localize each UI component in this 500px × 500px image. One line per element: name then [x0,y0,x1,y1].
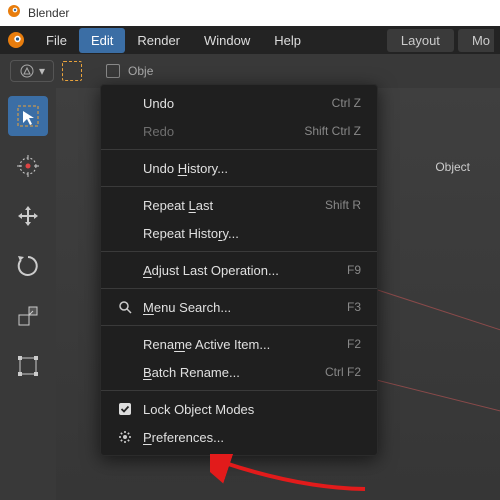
menu-item-undo-history[interactable]: Undo History... [101,154,377,182]
menu-separator [101,251,377,252]
menu-shortcut: F9 [347,263,361,277]
menu-shortcut: F2 [347,337,361,351]
mode-label: Obje [128,64,153,78]
tool-transform[interactable] [8,346,48,386]
window-title: Blender [28,6,69,20]
menu-item-label: Undo [143,96,174,111]
workspace-tab-layout[interactable]: Layout [387,29,454,52]
menu-item-undo[interactable]: Undo Ctrl Z [101,89,377,117]
edit-menu-dropdown: Undo Ctrl Z Redo Shift Ctrl Z Undo Histo… [100,84,378,456]
menu-shortcut: Shift R [325,198,361,212]
menu-item-label: Redo [143,124,174,139]
menu-separator [101,325,377,326]
menu-shortcut: F3 [347,300,361,314]
compass-icon [19,63,35,79]
menu-item-label: Rename Active Item... [143,337,270,352]
menu-item-redo[interactable]: Redo Shift Ctrl Z [101,117,377,145]
tool-scale[interactable] [8,296,48,336]
blender-logo-icon [6,30,26,50]
checkbox-checked-icon [117,401,133,417]
select-indicator-icon [62,61,82,81]
tool-select-box[interactable] [8,96,48,136]
menubar: File Edit Render Window Help Layout Mo [0,26,500,54]
menu-item-batch-rename[interactable]: Batch Rename... Ctrl F2 [101,358,377,386]
menu-item-repeat-last[interactable]: Repeat Last Shift R [101,191,377,219]
app-logo-icon [6,3,22,24]
titlebar: Blender [0,0,500,26]
menu-separator [101,149,377,150]
workspace-tab-modeling[interactable]: Mo [458,29,494,52]
menu-item-adjust-last[interactable]: Adjust Last Operation... F9 [101,256,377,284]
gear-icon [117,429,133,445]
menu-item-label: Adjust Last Operation... [143,263,279,278]
menu-item-lock-object-modes[interactable]: Lock Object Modes [101,395,377,423]
tool-rotate[interactable] [8,246,48,286]
menu-item-label: Preferences... [143,430,224,445]
overlay-checkbox[interactable] [106,64,120,78]
menu-help[interactable]: Help [262,28,313,53]
menu-separator [101,288,377,289]
menu-separator [101,390,377,391]
menu-item-menu-search[interactable]: Menu Search... F3 [101,293,377,321]
menu-separator [101,186,377,187]
snap-dropdown[interactable]: ▾ [10,60,54,82]
menu-edit[interactable]: Edit [79,28,125,53]
object-label: Object [435,160,470,174]
search-icon [117,299,133,315]
menu-item-label: Repeat Last [143,198,213,213]
menu-file[interactable]: File [34,28,79,53]
tool-cursor[interactable] [8,146,48,186]
menu-item-label: Repeat History... [143,226,239,241]
menu-shortcut: Ctrl Z [332,96,361,110]
tool-sidebar [0,88,56,500]
menu-item-repeat-history[interactable]: Repeat History... [101,219,377,247]
menu-item-rename-active[interactable]: Rename Active Item... F2 [101,330,377,358]
menu-item-label: Lock Object Modes [143,402,254,417]
header-toolbar: ▾ Obje [0,54,500,88]
menu-item-label: Batch Rename... [143,365,240,380]
tool-move[interactable] [8,196,48,236]
menu-item-label: Menu Search... [143,300,231,315]
chevron-down-icon: ▾ [39,64,45,78]
menu-shortcut: Ctrl F2 [325,365,361,379]
menu-shortcut: Shift Ctrl Z [304,124,361,138]
menu-render[interactable]: Render [125,28,192,53]
app-frame: File Edit Render Window Help Layout Mo ▾… [0,26,500,500]
menu-item-label: Undo History... [143,161,228,176]
menu-window[interactable]: Window [192,28,262,53]
menu-item-preferences[interactable]: Preferences... [101,423,377,451]
